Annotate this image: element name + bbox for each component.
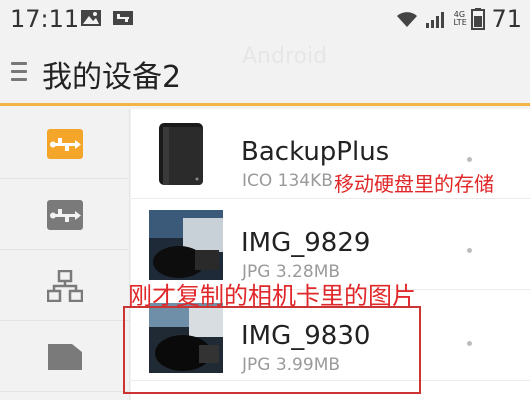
more-options-icon[interactable] [467, 341, 472, 346]
annotation-hard-drive: 移动硬盘里的存储 [334, 172, 494, 196]
sidebar-item-usb[interactable] [0, 180, 130, 250]
wifi-icon [397, 12, 418, 27]
ghost-text: Android [242, 44, 328, 69]
hard-drive-thumbnail [159, 123, 203, 185]
usb-icon [47, 199, 83, 230]
status-bar: 17:11 4G LTE 71 [0, 0, 530, 38]
photo-thumbnail [149, 210, 223, 280]
usb-icon [47, 128, 83, 159]
battery-percent: 71 [491, 5, 522, 33]
file-name: IMG_9829 [241, 228, 371, 258]
status-right: 4G LTE 71 [395, 5, 522, 33]
notification-icons [80, 8, 134, 28]
sidebar-item-sd-card[interactable] [0, 322, 130, 392]
more-options-icon[interactable] [467, 157, 472, 162]
highlight-box [123, 306, 421, 394]
sidebar-item-usb-active[interactable] [0, 109, 130, 179]
page-title: 我的设备2 [42, 60, 182, 95]
sidebar-item-network[interactable] [0, 251, 130, 321]
status-time: 17:11 [10, 5, 80, 33]
signal-icon [426, 12, 445, 28]
battery-icon [471, 8, 486, 30]
more-options-icon[interactable] [467, 248, 472, 253]
sd-card-icon [48, 343, 82, 370]
network-icon [47, 269, 83, 302]
sidebar [0, 109, 130, 400]
image-icon [81, 10, 101, 26]
app-bar: 我的设备2 Android [0, 38, 530, 106]
usb-notification-icon [113, 11, 133, 25]
file-name: BackupPlus [241, 137, 390, 167]
network-type-badge: 4G LTE [453, 10, 467, 27]
menu-icon[interactable] [11, 62, 27, 82]
file-meta: ICO 134KB [242, 171, 333, 191]
